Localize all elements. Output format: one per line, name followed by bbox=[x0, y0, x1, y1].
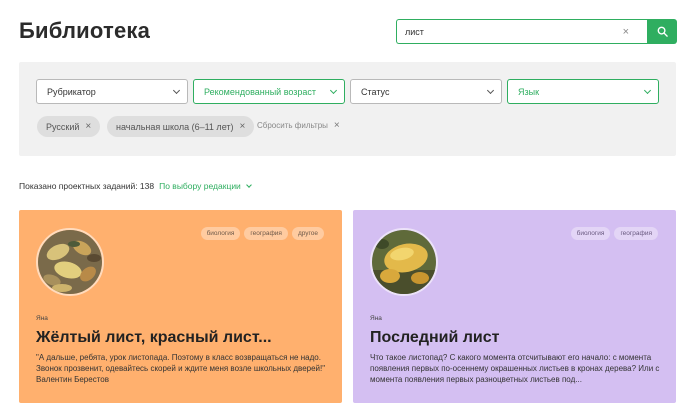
card-description: "А дальше, ребята, урок листопада. Поэто… bbox=[36, 353, 326, 384]
sort-label: По выбору редакции bbox=[159, 181, 241, 191]
card-author: Яна bbox=[36, 315, 48, 322]
filters-panel: Рубрикатор Рекомендованный возраст Стату… bbox=[19, 62, 676, 156]
card-title[interactable]: Последний лист bbox=[370, 329, 499, 347]
remove-chip-icon[interactable]: × bbox=[85, 121, 91, 132]
filter-chip-russian: Русский × bbox=[37, 116, 101, 137]
reset-filters-link[interactable]: Сбросить фильтры × bbox=[257, 120, 340, 131]
tag[interactable]: биология bbox=[200, 227, 241, 240]
close-icon: × bbox=[333, 120, 340, 131]
remove-chip-icon[interactable]: × bbox=[240, 121, 246, 132]
project-card[interactable]: биология география другое Яна Жёлтый лис… bbox=[19, 210, 342, 403]
page-title: Библиотека bbox=[19, 18, 151, 43]
chevron-down-icon bbox=[245, 182, 252, 188]
card-description: Что такое листопад? С какого момента отс… bbox=[370, 353, 660, 384]
chip-label: Русский bbox=[46, 121, 80, 132]
card-tags: биология география bbox=[570, 227, 658, 240]
chevron-down-icon bbox=[172, 86, 181, 94]
search-button[interactable] bbox=[647, 19, 677, 44]
tag[interactable]: биология bbox=[570, 227, 611, 240]
card-title[interactable]: Жёлтый лист, красный лист... bbox=[36, 329, 272, 347]
tag[interactable]: география bbox=[244, 227, 288, 240]
select-label: Рубрикатор bbox=[47, 86, 96, 97]
filter-chip-primary-school: начальная школа (6–11 лет) × bbox=[107, 116, 255, 137]
filter-age-select[interactable]: Рекомендованный возраст bbox=[193, 79, 345, 104]
project-card[interactable]: биология география Яна Последний лист Чт… bbox=[353, 210, 676, 403]
card-image bbox=[36, 228, 104, 296]
reset-filters-label: Сбросить фильтры bbox=[257, 121, 328, 130]
select-label: Статус bbox=[361, 86, 390, 97]
card-tags: биология география другое bbox=[200, 227, 324, 240]
results-count: Показано проектных заданий: 138 bbox=[19, 181, 155, 191]
sort-dropdown[interactable]: По выбору редакции bbox=[159, 181, 252, 191]
clear-icon[interactable]: × bbox=[623, 26, 629, 38]
search-bar: лист × bbox=[396, 19, 677, 44]
tag[interactable]: другое bbox=[291, 227, 324, 240]
results-summary: Показано проектных заданий: 138 По выбор… bbox=[19, 181, 252, 191]
filter-language-select[interactable]: Язык bbox=[507, 79, 659, 104]
search-input[interactable]: лист × bbox=[396, 19, 647, 44]
tag[interactable]: география bbox=[614, 227, 658, 240]
chevron-down-icon bbox=[329, 86, 338, 94]
search-value: лист bbox=[405, 26, 424, 37]
search-icon bbox=[657, 26, 668, 37]
filter-rubricator-select[interactable]: Рубрикатор bbox=[36, 79, 188, 104]
card-image bbox=[370, 228, 438, 296]
chip-label: начальная школа (6–11 лет) bbox=[116, 121, 234, 132]
chevron-down-icon bbox=[643, 86, 652, 94]
select-label: Рекомендованный возраст bbox=[204, 86, 317, 97]
card-author: Яна bbox=[370, 315, 382, 322]
chevron-down-icon bbox=[486, 86, 495, 94]
select-label: Язык bbox=[518, 86, 540, 97]
filter-status-select[interactable]: Статус bbox=[350, 79, 502, 104]
